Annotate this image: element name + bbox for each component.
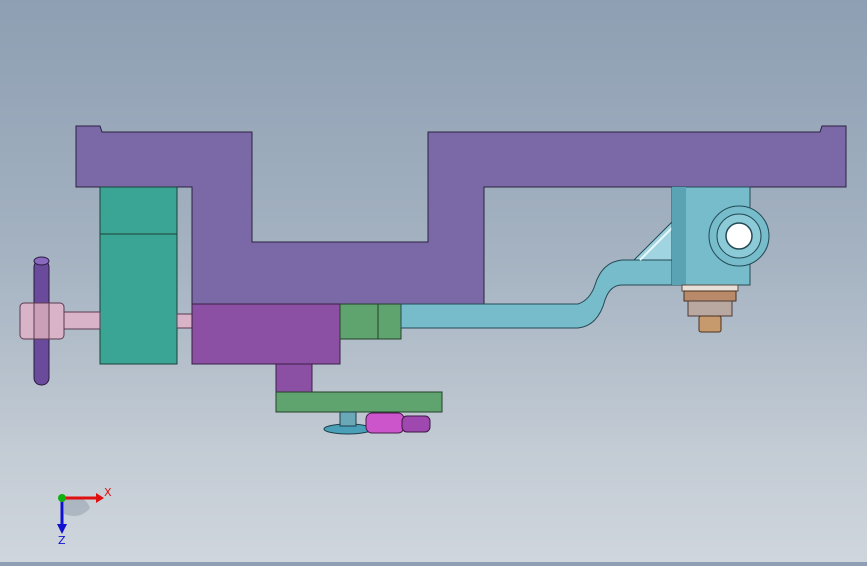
eye-ring-hole bbox=[725, 222, 753, 250]
x-axis-arrow bbox=[96, 493, 104, 503]
clamp-block-upper[interactable] bbox=[99, 186, 178, 235]
foot-stem bbox=[339, 411, 357, 427]
triad-shadow bbox=[64, 497, 90, 516]
spacer-green-2[interactable] bbox=[377, 303, 402, 340]
z-axis-arrow bbox=[57, 524, 67, 534]
handle-hub-collar bbox=[33, 302, 50, 340]
washer-top[interactable] bbox=[681, 284, 739, 292]
cylinder-shade bbox=[672, 187, 686, 285]
x-axis-label: X bbox=[104, 486, 112, 499]
clamp-block-lower[interactable] bbox=[99, 233, 178, 365]
spacer-green-1[interactable] bbox=[339, 303, 379, 340]
fixture-model[interactable] bbox=[0, 0, 867, 562]
hex-nut[interactable] bbox=[687, 300, 733, 317]
nut-stud[interactable] bbox=[698, 315, 722, 333]
slide-block-stem[interactable] bbox=[275, 363, 313, 393]
screw-shaft-left[interactable] bbox=[59, 311, 101, 330]
z-axis-label: Z bbox=[58, 534, 66, 547]
bolt-collar[interactable] bbox=[683, 290, 737, 302]
base-plate[interactable] bbox=[275, 391, 443, 413]
handle-cap-top bbox=[33, 256, 50, 266]
slide-block[interactable] bbox=[191, 303, 341, 365]
y-axis-dot bbox=[58, 494, 66, 502]
pink-link[interactable] bbox=[365, 412, 405, 434]
pink-pin[interactable] bbox=[401, 415, 431, 433]
screw-shaft-right[interactable] bbox=[176, 313, 193, 329]
cad-viewport[interactable]: X Z bbox=[0, 0, 867, 562]
axis-triad: X Z bbox=[40, 478, 120, 548]
triad-graphic: X Z bbox=[57, 486, 112, 547]
